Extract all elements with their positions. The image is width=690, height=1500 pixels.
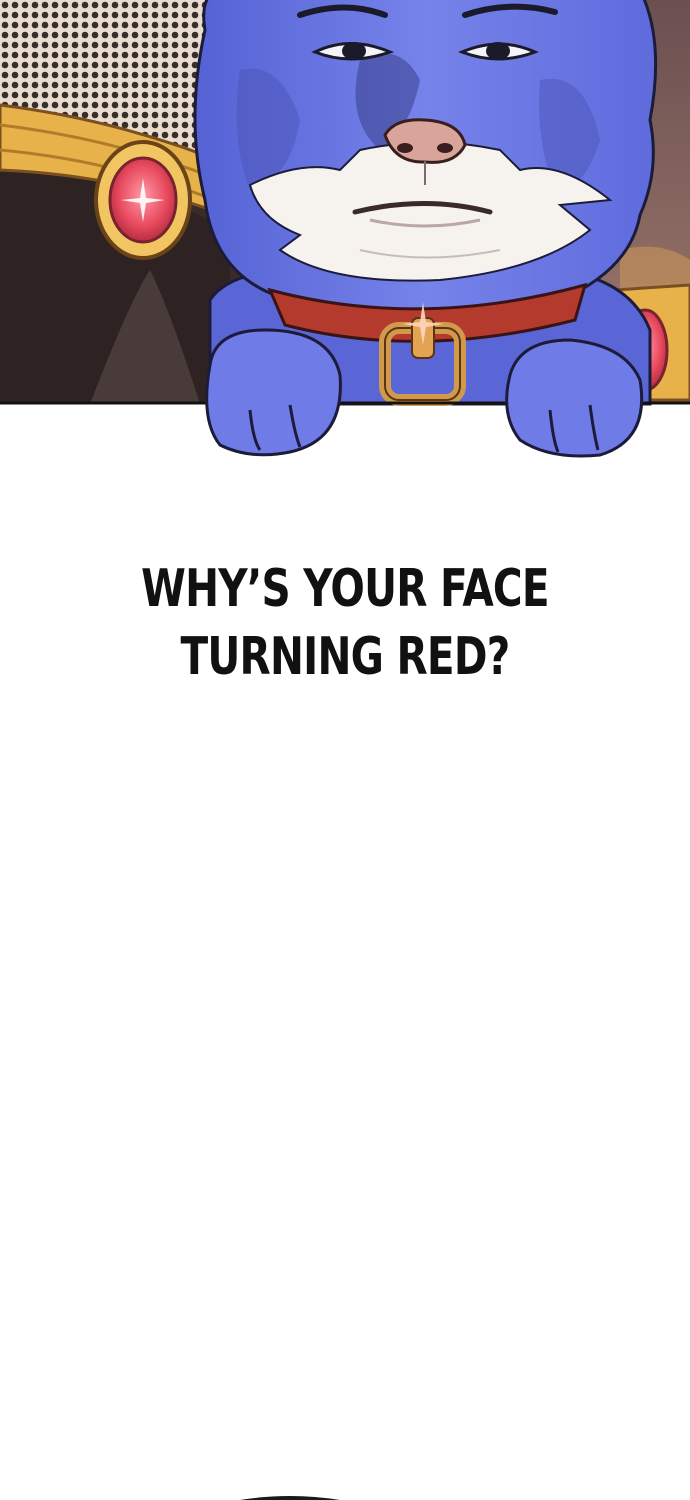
- speech-caption: WHY’S YOUR FACE TURNING RED?: [76, 555, 614, 691]
- next-panel-edge: [0, 1480, 690, 1500]
- next-panel-edge-shape: [240, 1496, 340, 1500]
- caption-line-2: TURNING RED?: [180, 627, 510, 687]
- comic-page: WHY’S YOUR FACE TURNING RED?: [0, 0, 690, 1500]
- caption-line-1: WHY’S YOUR FACE: [141, 559, 549, 619]
- comic-panel-illustration: [0, 0, 690, 460]
- cat-character-illustration: [0, 0, 690, 458]
